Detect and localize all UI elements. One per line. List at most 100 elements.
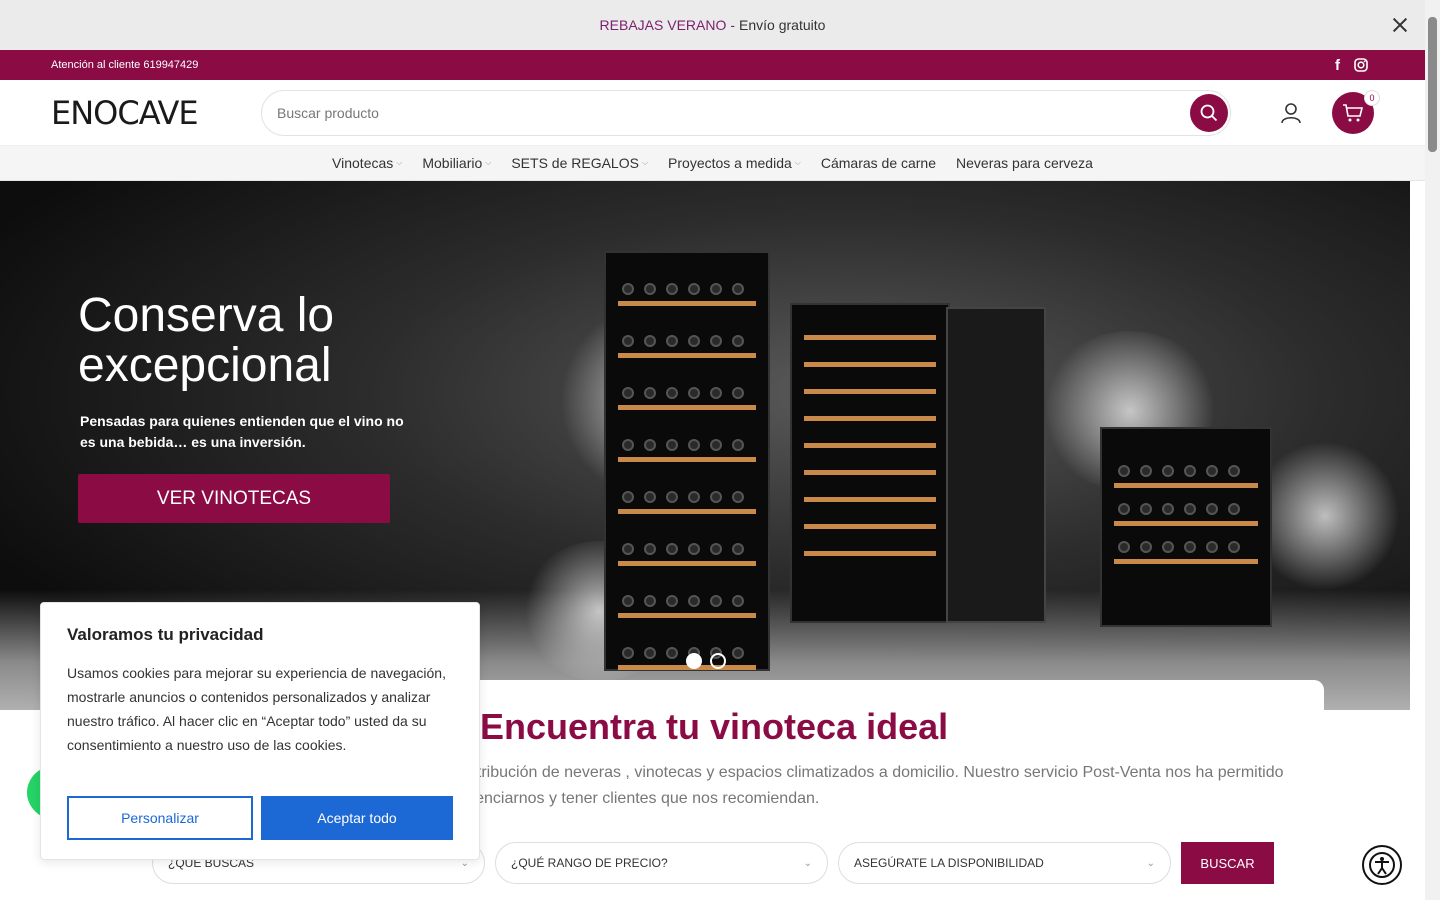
accept-all-button[interactable]: Aceptar todo <box>261 796 453 840</box>
bottle <box>732 283 744 295</box>
finder-title: Encuentra tu vinoteca ideal <box>480 706 949 747</box>
nav-item[interactable]: Mobiliario ⌵ <box>422 155 491 171</box>
user-icon[interactable] <box>1280 102 1302 124</box>
search-button[interactable] <box>1190 93 1228 132</box>
bottle <box>666 335 678 347</box>
shelf <box>804 362 936 367</box>
shelf <box>804 443 936 448</box>
main-nav: Vinotecas ⌵ Mobiliario ⌵ SETS de REGALOS ⌵ Pro… <box>0 145 1425 181</box>
cookie-banner: Valoramos tu privacidad Usamos cookies p… <box>40 602 480 860</box>
chevron-down-icon: ⌵ <box>396 158 403 167</box>
select-price-label: ¿QUÉ RANGO DE PRECIO? <box>511 856 668 870</box>
customize-button[interactable]: Personalizar <box>67 796 253 840</box>
scrollbar[interactable] <box>1425 0 1440 900</box>
shelf <box>804 524 936 529</box>
hero-subtitle: Pensadas para quienes entienden que el v… <box>80 413 404 450</box>
shelf <box>618 561 756 566</box>
bottle <box>710 491 722 503</box>
close-icon[interactable] <box>1389 14 1411 36</box>
nav-item[interactable]: Neveras para cerveza <box>956 155 1093 171</box>
bottle <box>1162 465 1174 477</box>
nav-item[interactable]: Cámaras de carne <box>821 155 936 171</box>
shelf <box>804 497 936 502</box>
social-links: f <box>1335 57 1374 74</box>
bottle <box>666 491 678 503</box>
bottle <box>1118 503 1130 515</box>
bottle <box>1162 541 1174 553</box>
nav-item-label: Proyectos a medida <box>668 155 792 171</box>
slider-dot[interactable] <box>686 653 702 669</box>
bottle <box>710 439 722 451</box>
bottle <box>666 283 678 295</box>
view-wine-cabinets-button[interactable]: VER VINOTECAS <box>78 474 390 523</box>
promo-highlight[interactable]: REBAJAS VERANO <box>600 17 727 33</box>
promo-text: Envío gratuito <box>739 17 826 33</box>
search-input[interactable] <box>277 104 1157 121</box>
bottle <box>710 595 722 607</box>
bottle <box>1206 465 1218 477</box>
nav-item[interactable]: SETS de REGALOS ⌵ <box>511 155 648 171</box>
finder-description: y distribución de neveras , vinotecas y … <box>444 764 1284 807</box>
search-button[interactable]: BUSCAR <box>1181 842 1274 884</box>
bottle <box>688 283 700 295</box>
cookie-title: Valoramos tu privacidad <box>67 625 264 644</box>
wine-cabinet-door <box>946 307 1046 623</box>
nav-item[interactable]: Proyectos a medida ⌵ <box>668 155 801 171</box>
bottle <box>732 387 744 399</box>
customer-service-text: Atención al cliente 619947429 <box>51 59 199 71</box>
shelf <box>804 551 936 556</box>
slider-dot[interactable] <box>710 653 726 669</box>
nav-item-label: SETS de REGALOS <box>511 155 639 171</box>
select-price-range[interactable]: ¿QUÉ RANGO DE PRECIO? ⌄ <box>495 842 828 884</box>
accessibility-button[interactable] <box>1362 845 1402 885</box>
bottle <box>644 647 656 659</box>
promo-bar: REBAJAS VERANO - Envío gratuito <box>0 0 1425 50</box>
bottle <box>644 543 656 555</box>
bottle <box>710 543 722 555</box>
bottle <box>666 595 678 607</box>
search-bar <box>261 89 1231 136</box>
bottle <box>710 335 722 347</box>
shelf <box>804 416 936 421</box>
scrollbar-thumb[interactable] <box>1428 17 1437 152</box>
top-bar: Atención al cliente 619947429 f <box>0 50 1425 80</box>
bottle <box>622 491 634 503</box>
wine-cabinet-tall <box>604 251 770 671</box>
header-actions: 0 <box>1280 90 1380 134</box>
logo[interactable]: ENOCAVE <box>51 94 261 132</box>
facebook-icon[interactable]: f <box>1335 57 1340 74</box>
bottle <box>1118 465 1130 477</box>
bottle <box>1206 541 1218 553</box>
wine-cabinet-medium <box>790 303 950 623</box>
select-availability[interactable]: ASEGÚRATE LA DISPONIBILIDAD ⌄ <box>838 842 1171 884</box>
bottle <box>1162 503 1174 515</box>
bottle <box>732 543 744 555</box>
nav-item[interactable]: Vinotecas ⌵ <box>332 155 402 171</box>
select-availability-label: ASEGÚRATE LA DISPONIBILIDAD <box>854 856 1044 870</box>
bottle <box>622 283 634 295</box>
bottle <box>688 595 700 607</box>
bottle <box>666 387 678 399</box>
bottle <box>1228 465 1240 477</box>
wine-cabinet-small <box>1100 427 1272 627</box>
instagram-icon[interactable] <box>1354 58 1368 72</box>
search-icon <box>1200 104 1218 121</box>
bottle <box>688 543 700 555</box>
shelf <box>1114 559 1258 564</box>
bottle <box>622 335 634 347</box>
bottle <box>732 335 744 347</box>
bottle <box>1184 503 1196 515</box>
bottle <box>622 439 634 451</box>
bottle <box>666 647 678 659</box>
bottle <box>644 491 656 503</box>
bottle <box>732 491 744 503</box>
nav-item-label: Neveras para cerveza <box>956 155 1093 171</box>
bottle <box>688 335 700 347</box>
chevron-down-icon: ⌄ <box>803 857 812 869</box>
chevron-down-icon: ⌄ <box>1146 857 1155 869</box>
hero-title: Conserva lo excepcional <box>78 289 335 392</box>
bottle <box>1184 465 1196 477</box>
shelf <box>804 335 936 340</box>
cart-button[interactable]: 0 <box>1332 90 1380 134</box>
bottle <box>1206 503 1218 515</box>
